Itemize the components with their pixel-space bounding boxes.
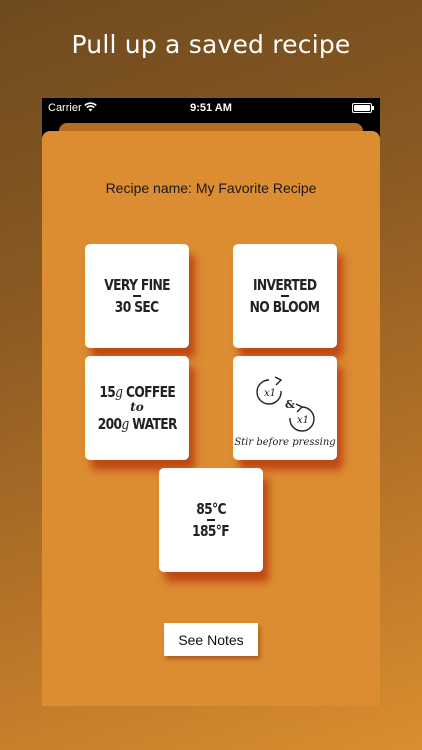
- grind-size: VERY FINE: [104, 275, 170, 294]
- battery-icon: [352, 103, 374, 113]
- water-label: WATER: [132, 414, 177, 433]
- steep-time: 30 SEC: [115, 297, 159, 316]
- temperature-divider: [207, 519, 215, 521]
- recipe-sheet: Recipe name: My Favorite Recipe VERY FIN…: [42, 131, 380, 706]
- water-value: 200: [97, 414, 122, 433]
- stir-caption: Stir before pressing: [234, 436, 336, 448]
- grind-card[interactable]: VERY FINE 30 SEC: [85, 244, 189, 348]
- water-unit: g: [121, 414, 129, 433]
- stir-card[interactable]: x1 & x1 Stir before pressing: [233, 356, 337, 460]
- stir-joiner: &: [285, 398, 295, 411]
- headline: Pull up a saved recipe: [71, 30, 351, 59]
- temperature-celsius: 85°C: [196, 499, 226, 518]
- stir-count-2: x1: [297, 415, 309, 426]
- status-time: 9:51 AM: [190, 102, 232, 114]
- coffee-label: COFFEE: [125, 383, 176, 402]
- phone-screen: Carrier 9:51 AM Recipe name: My Favorite…: [42, 98, 380, 706]
- water-amount: 200g WATER: [97, 414, 177, 433]
- stir-circle-1: x1: [256, 375, 283, 405]
- coffee-amount: 15g COFFEE: [99, 383, 175, 401]
- stir-count-1: x1: [264, 388, 276, 399]
- method-divider: [281, 295, 289, 297]
- coffee-unit: g: [114, 383, 123, 402]
- recipe-name-label: Recipe name: My Favorite Recipe: [105, 180, 317, 196]
- stir-icon: x1 & x1: [256, 375, 315, 432]
- coffee-value: 15: [99, 383, 115, 402]
- orientation: INVERTED: [253, 275, 317, 294]
- ratio-card[interactable]: 15g COFFEE to 200g WATER: [85, 356, 189, 460]
- temperature-card[interactable]: 85°C 185°F: [159, 468, 263, 572]
- temperature-fahrenheit: 185°F: [192, 521, 231, 540]
- grind-divider: [133, 295, 141, 297]
- see-notes-button[interactable]: See Notes: [164, 623, 258, 656]
- method-card[interactable]: INVERTED NO BLOOM: [233, 244, 337, 348]
- bloom-setting: NO BLOOM: [250, 297, 320, 316]
- status-bar: Carrier 9:51 AM: [42, 98, 380, 118]
- ratio-joiner: to: [130, 400, 144, 415]
